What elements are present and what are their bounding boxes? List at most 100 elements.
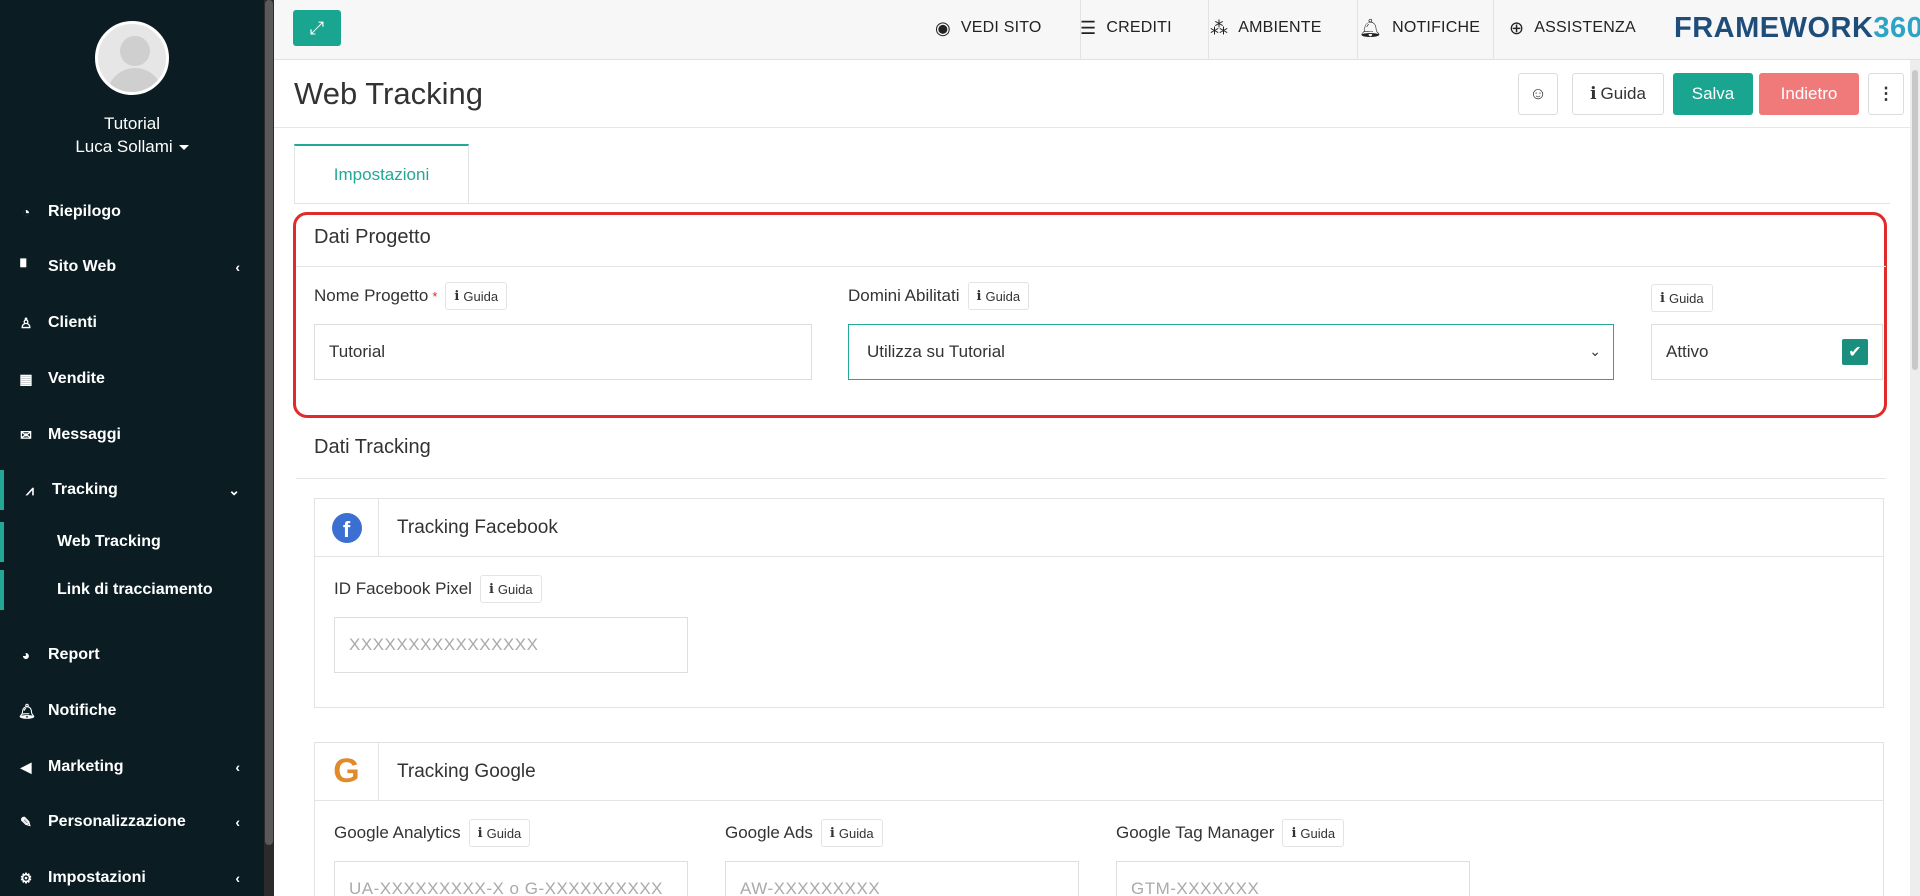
select-value: Utilizza su Tutorial [867,342,1005,361]
google-ads-input[interactable]: AW-XXXXXXXXX [725,861,1079,896]
info-icon: i [454,288,460,304]
gear-icon: ⚙ [19,869,33,886]
notifiche-link[interactable]: 🔔︎ NOTIFICHE [1359,16,1480,40]
guida-badge[interactable]: i Guida [468,819,531,847]
sidebar-item-personalizzazione[interactable]: ✎ Personalizzazione ‹ [0,802,264,842]
guida-label: Guida [1300,825,1336,841]
title-bar: Web Tracking ☺ i Guida Salva Indietro ⋮ [274,60,1910,128]
guida-label: Guida [985,288,1021,304]
expand-icon: ⤢ [309,17,325,38]
back-button[interactable]: Indietro [1759,73,1859,115]
divider [1357,0,1358,60]
sidebar-item-messaggi[interactable]: ✉ Messaggi [0,415,264,455]
sidebar-item-sito-web[interactable]: ▘ Sito Web ‹ [0,247,264,287]
crediti-link[interactable]: ☰ CREDITI [1080,16,1172,40]
card-icon-box: f [315,498,379,557]
checkbox-checked-icon[interactable]: ✔ [1842,339,1868,365]
framework360-logo[interactable]: FRAMEWORK360 [1674,12,1920,45]
sidebar-item-marketing[interactable]: ◀ Marketing ‹ [0,747,264,787]
sidebar-subitem-link-tracciamento[interactable]: Link di tracciamento [0,570,264,610]
sidebar-item-label: Marketing [48,758,124,775]
sidebar-item-riepilogo[interactable]: ◔ Riepilogo [0,192,264,232]
user-menu[interactable]: Tutorial Luca Sollami [0,112,264,158]
chevron-left-icon: ‹ [235,259,240,275]
file-icon: ▘ [20,258,32,275]
lifebuoy-icon: ⊕ [1509,17,1525,38]
guida-badge[interactable]: i Guida [967,282,1030,310]
emoji-button[interactable]: ☺ [1518,73,1558,115]
sidebar-subitem-web-tracking[interactable]: Web Tracking [0,522,264,562]
facebook-pixel-input[interactable]: XXXXXXXXXXXXXXXX [334,617,688,673]
avatar[interactable] [95,21,169,95]
field-label: ID Facebook Pixel [334,579,472,598]
eye-icon: ◉ [935,17,951,38]
facebook-pixel-label: ID Facebook Pixel i Guida [334,575,542,603]
sidebar-item-clienti[interactable]: ♙ Clienti [0,303,264,343]
expand-button[interactable]: ⤢ [293,10,341,46]
calculator-icon: ▦ [19,370,33,387]
sidebar-scrollbar[interactable] [264,0,274,896]
guida-badge[interactable]: i Guida [479,575,542,603]
tab-impostazioni[interactable]: Impostazioni [294,144,469,204]
attivo-label: Attivo [1666,342,1709,361]
page-title: Web Tracking [294,76,483,111]
sidebar-subitem-label: Link di tracciamento [57,581,213,598]
logo-text: FRAMEWORK [1674,12,1874,44]
section-divider [296,266,1886,267]
guida-badge[interactable]: i Guida [1651,284,1713,312]
save-button[interactable]: Salva [1673,73,1753,115]
vedi-sito-link[interactable]: ◉ VEDI SITO [935,16,1042,40]
card-header: G Tracking Google [315,742,1883,801]
sidebar-item-label: Personalizzazione [48,813,186,830]
scrollbar-thumb[interactable] [1912,70,1918,370]
guida-badge[interactable]: i Guida [820,819,883,847]
more-options-button[interactable]: ⋮ [1868,73,1904,115]
attivo-toggle[interactable]: Attivo ✔ [1651,324,1883,380]
logo-number: 360 [1873,12,1920,44]
tracking-google-card: G Tracking Google Google Analytics i Guid… [314,742,1884,896]
chevron-left-icon: ‹ [235,759,240,775]
main-content: Impostazioni Dati Progetto Nome Progetto… [274,128,1910,896]
top-link-label: AMBIENTE [1238,19,1322,36]
top-link-label: ASSISTENZA [1534,19,1636,36]
sidebar-item-label: Messaggi [48,426,121,443]
guida-badge[interactable]: i Guida [1282,819,1345,847]
nome-progetto-input[interactable]: Tutorial [314,324,812,380]
sidebar-item-notifiche[interactable]: 🔔︎ Notifiche [0,691,264,731]
sidebar-item-label: Sito Web [48,258,117,275]
top-link-label: VEDI SITO [960,19,1042,36]
field-label: Domini Abilitati [848,286,960,305]
domini-abilitati-select[interactable]: Utilizza su Tutorial ⌄ [848,324,1614,380]
coins-icon: ☰ [1080,17,1097,38]
guida-badge[interactable]: i Guida [445,282,508,310]
guida-button[interactable]: i Guida [1572,73,1664,115]
info-icon: i [1590,84,1597,104]
field-label: Google Ads [725,823,813,842]
sidebar-item-tracking[interactable]: ⩘ Tracking ⌄ [0,470,264,510]
divider [1493,0,1494,60]
section-title-dati-tracking: Dati Tracking [314,436,431,458]
top-link-label: NOTIFICHE [1392,19,1481,36]
ambiente-link[interactable]: ⁂ AMBIENTE [1210,16,1322,40]
field-label: Nome Progetto [314,286,429,305]
sidebar-item-report[interactable]: ◕ Report [0,635,264,675]
sidebar-item-vendite[interactable]: ▦ Vendite [0,359,264,399]
guida-label: Guida [1600,84,1646,103]
nome-progetto-label: Nome Progetto * i Guida [314,282,508,310]
user-name: Luca Sollami [75,137,173,156]
sidebar-item-impostazioni[interactable]: ⚙ Impostazioni ‹ [0,858,264,896]
caret-down-icon [178,145,189,151]
highlight-box [293,212,1887,418]
google-analytics-input[interactable]: UA-XXXXXXXXX-X o G-XXXXXXXXXX [334,861,688,896]
cubes-icon: ⁂ [1210,17,1229,38]
brush-icon: ✎ [20,813,32,830]
google-tag-manager-input[interactable]: GTM-XXXXXXX [1116,861,1470,896]
smiley-icon: ☺ [1529,84,1547,103]
chevron-left-icon: ‹ [235,814,240,830]
assistenza-link[interactable]: ⊕ ASSISTENZA [1509,16,1636,40]
guida-label: Guida [838,825,874,841]
info-icon: i [1291,825,1297,841]
scrollbar-thumb[interactable] [265,0,273,845]
topbar: ⤢ ◉ VEDI SITO ☰ CREDITI ⁂ AMBIENTE 🔔︎ NOTIFI… [274,0,1920,60]
page-scrollbar[interactable] [1910,60,1920,896]
